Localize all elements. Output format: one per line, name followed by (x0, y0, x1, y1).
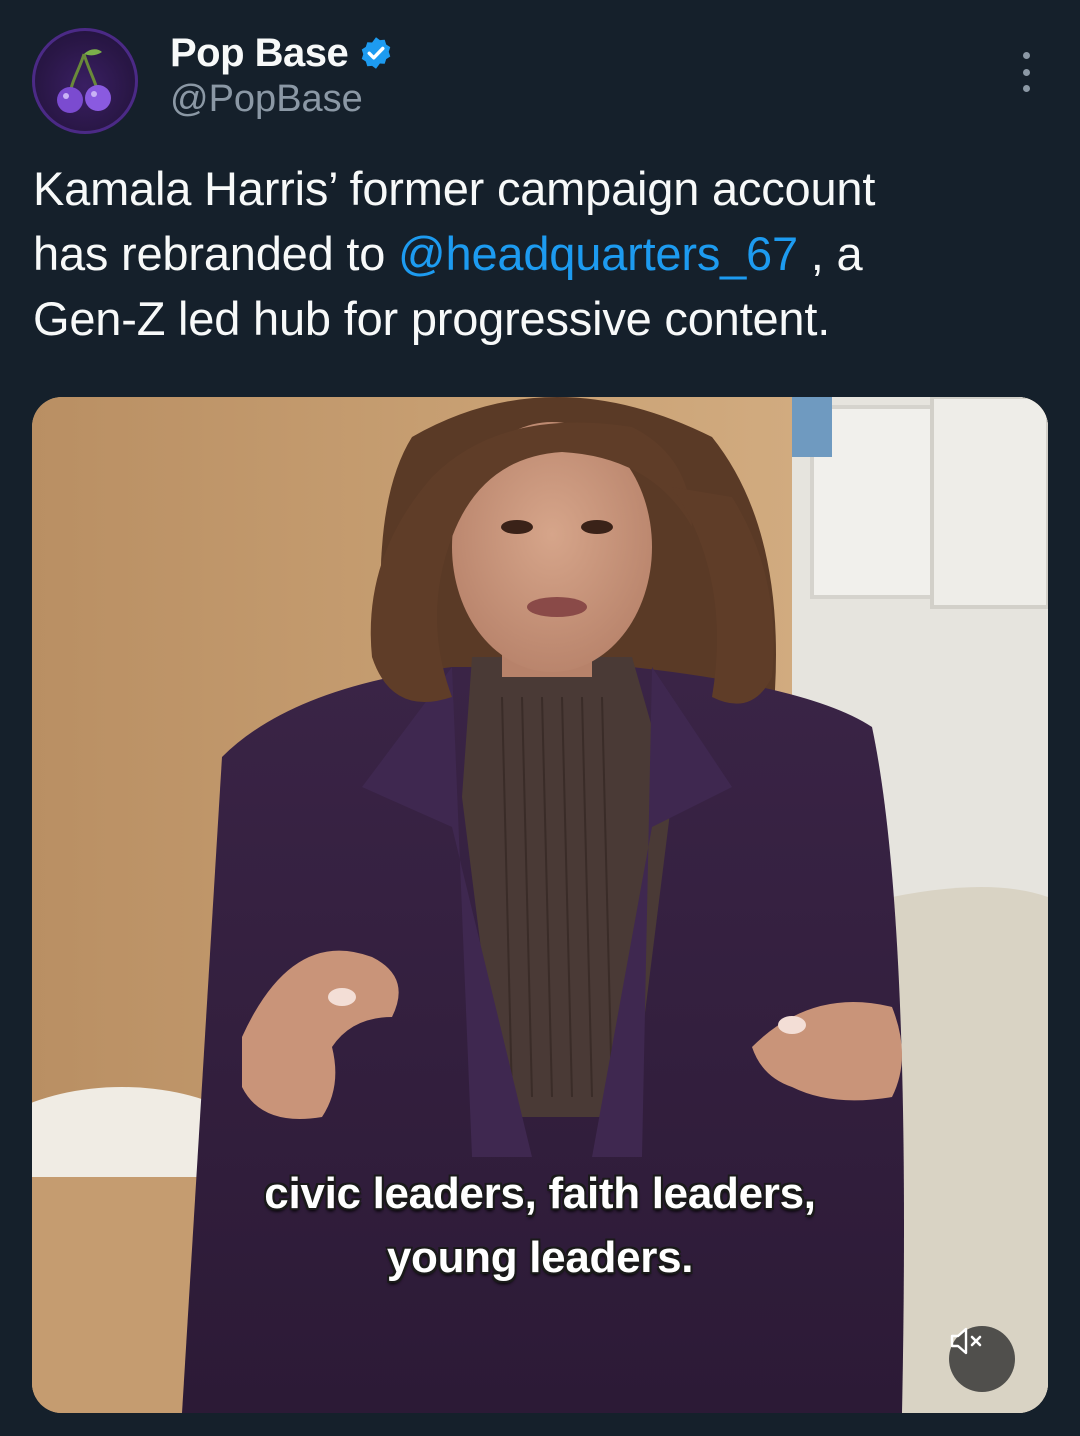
volume-muted-icon (950, 1327, 982, 1355)
tweet-text-line: has rebranded to @headquarters_67 , a (33, 221, 1043, 286)
author-name-row[interactable]: Pop Base (170, 28, 394, 78)
tweet-text-line: Gen-Z led hub for progressive content. (33, 292, 831, 345)
tweet-text: Kamala Harris’ former campaign account h… (33, 156, 1043, 351)
tweet-text-segment: has rebranded to (33, 227, 399, 280)
more-options-icon[interactable] (1010, 52, 1042, 92)
mention-link[interactable]: @headquarters_67 (398, 227, 798, 280)
tweet: Pop Base @PopBase Kamala Harris’ former … (0, 0, 1080, 1436)
video-caption-line: civic leaders, faith leaders, (264, 1169, 816, 1218)
author-handle[interactable]: @PopBase (170, 78, 363, 121)
display-name[interactable]: Pop Base (170, 31, 349, 76)
unmute-button[interactable] (949, 1326, 1015, 1392)
avatar[interactable] (32, 28, 138, 134)
cherry-icon (57, 49, 111, 113)
video-player[interactable]: civic leaders, faith leaders, young lead… (32, 397, 1048, 1413)
verified-badge-icon (362, 37, 391, 69)
tweet-text-line: Kamala Harris’ former campaign account (33, 162, 876, 215)
video-caption-line: young leaders. (386, 1233, 694, 1282)
tweet-text-segment: , a (797, 227, 863, 280)
